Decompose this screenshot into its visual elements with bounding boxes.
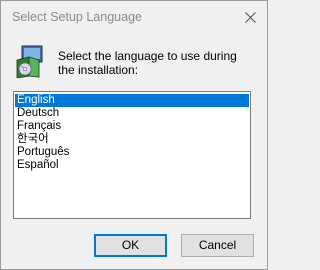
language-option-korean[interactable]: 한국어 (15, 133, 249, 146)
close-button[interactable] (239, 7, 261, 27)
language-option-deutsch[interactable]: Deutsch (15, 107, 249, 120)
close-icon (244, 11, 256, 23)
cancel-button[interactable]: Cancel (181, 234, 254, 257)
language-option-portugues[interactable]: Português (15, 146, 249, 159)
title-bar[interactable]: Select Setup Language (1, 1, 267, 33)
language-option-espanol[interactable]: Español (15, 159, 249, 172)
instruction-line-2: the installation: (58, 63, 139, 77)
ok-button[interactable]: OK (94, 234, 167, 257)
language-listbox[interactable]: English Deutsch Français 한국어 Português E… (13, 91, 251, 219)
window-title: Select Setup Language (12, 10, 142, 24)
setup-installer-icon (16, 45, 43, 78)
language-option-english[interactable]: English (15, 94, 249, 107)
language-option-francais[interactable]: Français (15, 120, 249, 133)
setup-language-dialog: Select Setup Language Select the languag… (0, 0, 268, 270)
instruction-line-1: Select the language to use during (58, 49, 237, 63)
instruction-text: Select the language to use during the in… (58, 49, 258, 77)
